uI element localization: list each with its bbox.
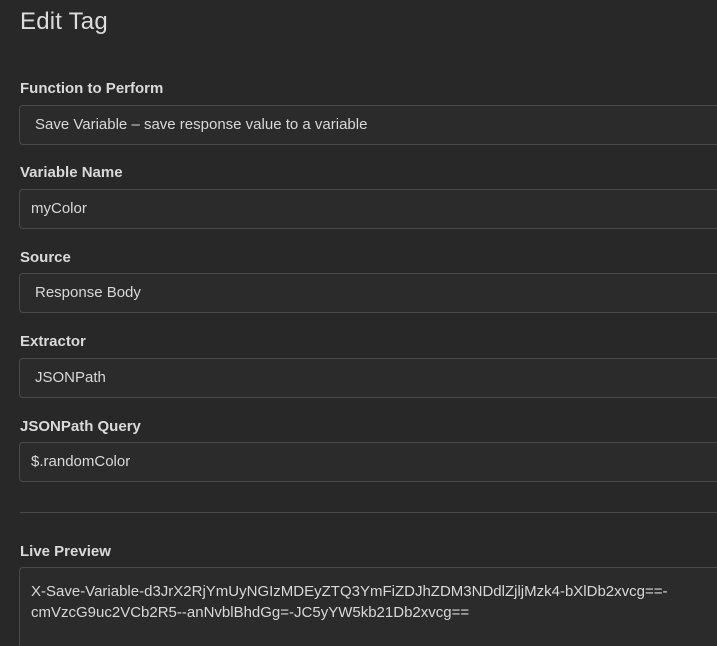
dialog-title: Edit Tag xyxy=(20,8,108,35)
function-select-value: Save Variable – save response value to a… xyxy=(35,116,368,133)
live-preview-line-2: cmVzcG9uc2VCb2R5--anNvblBhdGg=-JC5yYW5kb… xyxy=(31,604,470,621)
jsonpath-query-value: $.randomColor xyxy=(31,453,131,470)
function-label: Function to Perform xyxy=(20,80,164,97)
live-preview-label: Live Preview xyxy=(20,543,111,560)
variable-name-value: myColor xyxy=(31,200,87,217)
extractor-select-value: JSONPath xyxy=(35,369,106,386)
jsonpath-query-label: JSONPath Query xyxy=(20,418,141,435)
function-select[interactable]: Save Variable – save response value to a… xyxy=(19,105,717,145)
jsonpath-query-input[interactable]: $.randomColor xyxy=(19,442,717,482)
source-select-value: Response Body xyxy=(35,284,141,301)
source-select[interactable]: Response Body xyxy=(19,273,717,313)
source-label: Source xyxy=(20,249,71,266)
section-divider xyxy=(20,512,717,513)
extractor-select[interactable]: JSONPath xyxy=(19,358,717,398)
live-preview-output[interactable]: X-Save-Variable-d3JrX2RjYmUyNGIzMDEyZTQ3… xyxy=(19,567,717,646)
variable-name-input[interactable]: myColor xyxy=(19,189,717,229)
live-preview-line-1: X-Save-Variable-d3JrX2RjYmUyNGIzMDEyZTQ3… xyxy=(31,583,668,600)
variable-name-label: Variable Name xyxy=(20,164,123,181)
extractor-label: Extractor xyxy=(20,333,86,350)
edit-tag-dialog: Edit Tag Function to Perform Save Variab… xyxy=(0,0,717,646)
